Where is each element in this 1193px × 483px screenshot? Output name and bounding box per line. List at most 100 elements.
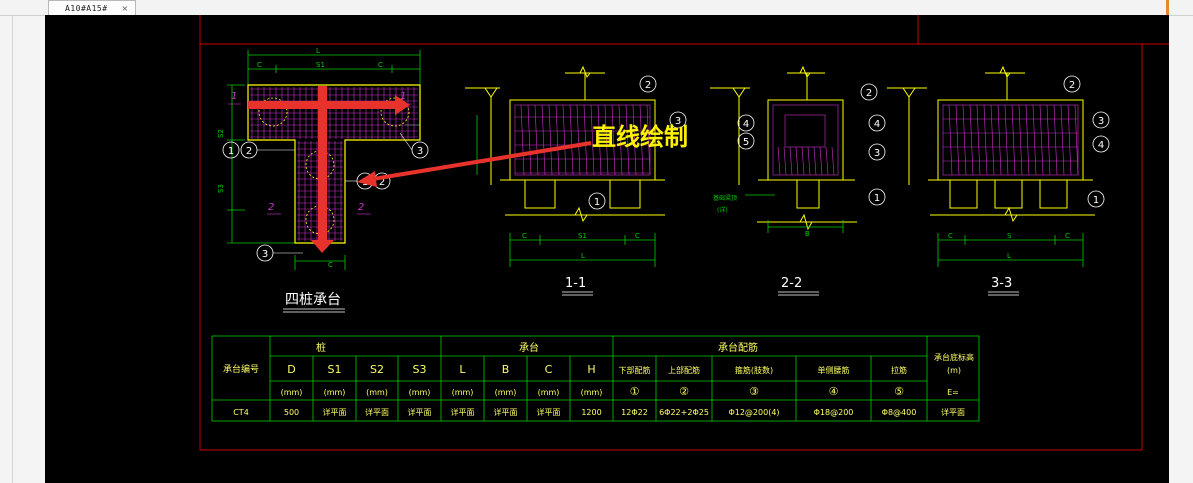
table-cell: 详平面 bbox=[494, 407, 518, 417]
svg-text:2: 2 bbox=[358, 202, 364, 213]
svg-text:L: L bbox=[316, 47, 320, 55]
svg-text:S1: S1 bbox=[578, 232, 587, 240]
table-column-header: 承台编号 bbox=[223, 363, 259, 375]
table-column-header: S2 bbox=[370, 363, 384, 376]
table-cell: 详平面 bbox=[408, 407, 432, 417]
tab-close-icon[interactable]: × bbox=[122, 4, 129, 13]
table-unit: (mm) bbox=[324, 388, 346, 397]
section-3-3: C S C L 2 3 4 1 3-3 bbox=[887, 65, 1110, 296]
table-unit: ⑤ bbox=[894, 385, 904, 398]
document-tab[interactable]: A10#A15# × bbox=[48, 0, 136, 15]
vertical-annotation-line bbox=[318, 86, 327, 245]
right-gutter bbox=[1169, 16, 1193, 483]
table-cell: Φ8@400 bbox=[882, 408, 917, 417]
svg-text:3: 3 bbox=[262, 249, 268, 260]
svg-text:L: L bbox=[1007, 252, 1011, 260]
section-1-caption: 1-1 bbox=[565, 276, 586, 291]
section-2-2: B 基础梁顶 (详) 2 4 5 4 3 1 2-2 bbox=[710, 65, 886, 296]
svg-text:C: C bbox=[948, 232, 953, 240]
svg-text:C: C bbox=[1065, 232, 1070, 240]
table-unit: ④ bbox=[829, 385, 839, 398]
table-column-header: D bbox=[287, 363, 295, 376]
svg-text:基础梁顶: 基础梁顶 bbox=[713, 194, 737, 202]
section-2-caption: 2-2 bbox=[781, 276, 802, 291]
left-gutter bbox=[0, 16, 45, 483]
svg-text:4: 4 bbox=[743, 119, 749, 130]
table-cell: 详平面 bbox=[451, 407, 475, 417]
svg-text:1: 1 bbox=[228, 146, 234, 157]
section-3-rebar bbox=[942, 104, 1079, 176]
cad-drawing-canvas[interactable]: L S1 C C S2 S3 C 1 1 2 2 1 2 3 2 3 四桩承台 … bbox=[45, 15, 1169, 483]
svg-text:承台配筋: 承台配筋 bbox=[718, 341, 758, 354]
table-unit: ② bbox=[679, 385, 689, 398]
section-2-rebar bbox=[772, 104, 839, 176]
svg-text:S3: S3 bbox=[217, 184, 225, 193]
table-cell: Φ18@200 bbox=[814, 408, 854, 417]
svg-text:2: 2 bbox=[866, 88, 872, 99]
table-unit: ③ bbox=[749, 385, 759, 398]
table-cell: 1200 bbox=[581, 408, 601, 417]
svg-text:1: 1 bbox=[874, 193, 880, 204]
plan-caption: 四桩承台 bbox=[285, 291, 341, 308]
horizontal-annotation-line bbox=[248, 101, 398, 109]
table-unit: (mm) bbox=[452, 388, 474, 397]
svg-text:1: 1 bbox=[1093, 195, 1099, 206]
svg-text:S2: S2 bbox=[217, 129, 225, 138]
svg-text:1: 1 bbox=[231, 91, 237, 102]
tab-title: A10#A15# bbox=[65, 3, 108, 13]
svg-text:1: 1 bbox=[594, 197, 600, 208]
svg-text:L: L bbox=[581, 252, 585, 260]
table-column-header: C bbox=[545, 363, 553, 376]
table-cell: 500 bbox=[284, 408, 299, 417]
pointer-line bbox=[366, 141, 592, 182]
table-column-header: 上部配筋 bbox=[668, 365, 700, 375]
svg-text:C: C bbox=[378, 61, 383, 69]
svg-text:C: C bbox=[328, 261, 333, 269]
pile-cap-table: 桩 承台 承台配筋 承台底标高 (m) 承台编号 D S1 S2 S3 L B C H 下部配筋 上… bbox=[211, 335, 980, 422]
svg-text:S: S bbox=[1007, 232, 1012, 240]
table-cell: 6Φ22+2Φ25 bbox=[659, 408, 709, 417]
svg-text:(详): (详) bbox=[717, 206, 728, 214]
table-unit: (mm) bbox=[538, 388, 560, 397]
section-3-caption: 3-3 bbox=[991, 276, 1012, 291]
table-column-header: S3 bbox=[413, 363, 427, 376]
svg-text:承台底标高: 承台底标高 bbox=[934, 352, 974, 362]
svg-text:2: 2 bbox=[645, 80, 651, 91]
table-cell: CT4 bbox=[233, 408, 249, 417]
svg-text:3: 3 bbox=[874, 148, 880, 159]
svg-text:4: 4 bbox=[874, 119, 880, 130]
svg-text:2: 2 bbox=[1069, 80, 1075, 91]
table-unit: (mm) bbox=[495, 388, 517, 397]
svg-text:2: 2 bbox=[246, 146, 252, 157]
cad-drawing: L S1 C C S2 S3 C 1 1 2 2 1 2 3 2 3 四桩承台 … bbox=[199, 15, 1169, 451]
table-unit: ① bbox=[630, 385, 640, 398]
table-cell: 12Φ22 bbox=[621, 408, 648, 417]
table-column-header: 箍筋(肢数) bbox=[735, 365, 773, 375]
table-cell: 详平面 bbox=[365, 407, 389, 417]
table-cell: 详平面 bbox=[941, 407, 965, 417]
table-cell: 详平面 bbox=[537, 407, 561, 417]
table-cell: 详平面 bbox=[323, 407, 347, 417]
svg-text:桩: 桩 bbox=[316, 341, 326, 354]
svg-text:4: 4 bbox=[1098, 140, 1104, 151]
table-column-header: H bbox=[587, 363, 595, 376]
section-1-1: C S1 C L 2 3 1 1-1 bbox=[465, 65, 687, 296]
svg-text:C: C bbox=[522, 232, 527, 240]
svg-text:5: 5 bbox=[743, 137, 749, 148]
table-unit: (mm) bbox=[366, 388, 388, 397]
table-unit: (mm) bbox=[581, 388, 603, 397]
table-column-header: B bbox=[502, 363, 510, 376]
table-unit: (mm) bbox=[409, 388, 431, 397]
svg-text:承台: 承台 bbox=[519, 341, 539, 354]
table-column-header: 拉筋 bbox=[891, 365, 907, 375]
svg-text:S1: S1 bbox=[316, 61, 325, 69]
svg-text:2: 2 bbox=[268, 202, 274, 213]
svg-text:C: C bbox=[257, 61, 262, 69]
gutter-divider bbox=[12, 16, 13, 483]
table-column-header: 下部配筋 bbox=[619, 365, 651, 375]
plan-dim-labels: L S1 C C S2 S3 C bbox=[217, 47, 383, 269]
document-tab-bar: A10#A15# × bbox=[0, 0, 1193, 18]
table-unit: (mm) bbox=[281, 388, 303, 397]
svg-text:3: 3 bbox=[417, 146, 423, 157]
annotation-label: 直线绘制 bbox=[592, 123, 688, 151]
